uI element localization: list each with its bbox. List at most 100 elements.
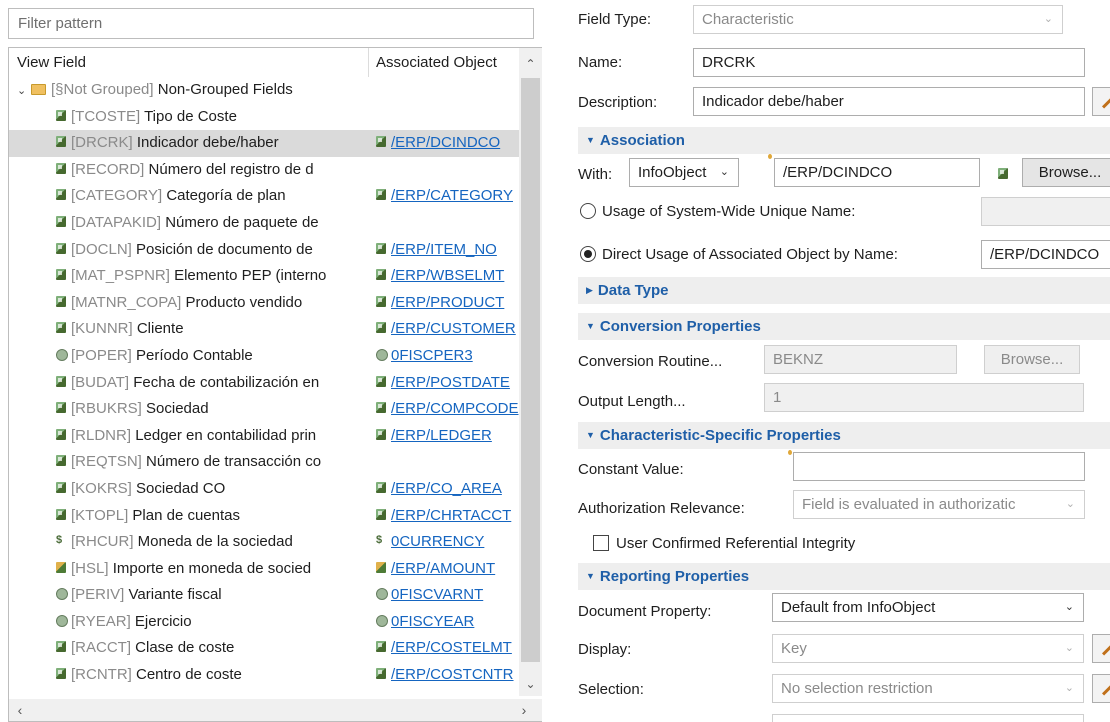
tree-row[interactable]: [RLDNR] Ledger en contabilidad prin/ERP/… — [9, 423, 520, 450]
associated-object-field[interactable]: /ERP/DCINDCO — [774, 158, 980, 187]
tree-row[interactable]: [MAT_PSPNR] Elemento PEP (interno/ERP/WB… — [9, 263, 520, 290]
scroll-left-icon[interactable]: ‹ — [9, 699, 31, 721]
chevron-down-icon: ⌄ — [719, 166, 729, 178]
tree-row[interactable]: [TCOSTE] Tipo de Coste — [9, 104, 520, 131]
associated-object-link[interactable]: /ERP/LEDGER — [391, 427, 492, 444]
selection-select[interactable]: No selection restriction ⌄ — [772, 674, 1084, 703]
tree-row[interactable]: [REQTSN] Número de transacción co — [9, 449, 520, 476]
referential-integrity-checkbox[interactable] — [593, 535, 609, 551]
view-field-cell: [KUNNR] Cliente — [9, 316, 369, 343]
selection-edit-pencil-icon[interactable] — [1092, 674, 1110, 703]
column-header-associated-object[interactable]: Associated Object — [369, 48, 537, 77]
tree-row[interactable]: [KUNNR] Cliente/ERP/CUSTOMER — [9, 316, 520, 343]
display-select[interactable]: Key ⌄ — [772, 634, 1084, 663]
group-node[interactable]: ⌄ [§Not Grouped] Non-Grouped Fields — [9, 77, 520, 104]
tree-row[interactable]: [RYEAR] Ejercicio 0FISCYEAR — [9, 609, 520, 636]
usage-unique-radio[interactable] — [580, 203, 596, 219]
vertical-scrollbar[interactable]: ⌃ ⌄ — [519, 48, 542, 696]
scroll-thumb[interactable] — [521, 78, 540, 662]
conversion-browse-button[interactable]: Browse... — [984, 345, 1080, 374]
scroll-down-icon[interactable]: ⌄ — [519, 672, 542, 696]
tree-row[interactable]: [RCNTR] Centro de coste/ERP/COSTCNTR — [9, 662, 520, 689]
chevron-down-icon[interactable]: ⌄ — [17, 78, 31, 105]
time-characteristic-icon — [375, 614, 388, 627]
authorization-relevance-select[interactable]: Field is evaluated in authorizatic ⌄ — [793, 490, 1085, 519]
tree-row[interactable]: [MATNR_COPA] Producto vendido/ERP/PRODUC… — [9, 290, 520, 317]
associated-object-link[interactable]: /ERP/CHRTACCT — [391, 507, 511, 524]
associated-object-link[interactable]: /ERP/DCINDCO — [391, 134, 500, 151]
associated-object-link[interactable]: /ERP/POSTDATE — [391, 374, 510, 391]
edit-pencil-icon[interactable] — [1092, 87, 1110, 116]
view-field-cell: [HSL] Importe en moneda de socied — [9, 556, 369, 583]
section-characteristic-specific[interactable]: ▼ Characteristic-Specific Properties — [578, 422, 1110, 449]
scroll-up-icon[interactable]: ⌃ — [519, 52, 542, 76]
tree-row[interactable]: [PERIV] Variante fiscal 0FISCVARNT — [9, 582, 520, 609]
tree-row[interactable]: [RBUKRS] Sociedad/ERP/COMPCODE — [9, 396, 520, 423]
associated-object-link[interactable]: /ERP/COSTELMT — [391, 639, 512, 656]
field-technical-name: [REQTSN] — [71, 453, 142, 471]
field-type-select[interactable]: Characteristic ⌄ — [693, 5, 1063, 34]
section-association[interactable]: ▼ Association — [578, 127, 1110, 154]
tree-row[interactable]: [DOCLN] Posición de documento de/ERP/ITE… — [9, 237, 520, 264]
authorization-relevance-label: Authorization Relevance: — [578, 500, 745, 517]
view-field-cell: [RACCT] Clase de coste — [9, 635, 369, 662]
tree-row[interactable]: [DRCRK] Indicador debe/haber/ERP/DCINDCO — [9, 130, 520, 157]
associated-object-link[interactable]: 0FISCYEAR — [391, 613, 474, 630]
display-edit-pencil-icon[interactable] — [1092, 634, 1110, 663]
section-conversion[interactable]: ▼ Conversion Properties — [578, 313, 1110, 340]
associated-object-link[interactable]: 0FISCPER3 — [391, 347, 473, 364]
horizontal-scrollbar[interactable]: ‹ › — [9, 699, 542, 721]
tree-row[interactable]: [DATAPAKID] Número de paquete de — [9, 210, 520, 237]
tree-row[interactable]: [CATEGORY] Categoría de plan/ERP/CATEGOR… — [9, 183, 520, 210]
usage-direct-radio[interactable] — [580, 246, 596, 262]
associated-object-link[interactable]: 0CURRENCY — [391, 533, 484, 550]
tree-header: View Field Associated Object — [9, 48, 537, 77]
view-field-cell: [RLDNR] Ledger en contabilidad prin — [9, 423, 369, 450]
browse-button[interactable]: Browse... — [1022, 158, 1110, 187]
output-length-field[interactable]: 1 — [764, 383, 1084, 412]
associated-object-link[interactable]: /ERP/CO_AREA — [391, 480, 502, 497]
associated-object-link[interactable]: /ERP/CATEGORY — [391, 187, 513, 204]
document-property-label: Document Property: — [578, 603, 712, 620]
scroll-right-icon[interactable]: › — [513, 699, 535, 721]
column-header-view-field[interactable]: View Field — [9, 48, 369, 77]
tree-row[interactable]: [KTOPL] Plan de cuentas/ERP/CHRTACCT — [9, 503, 520, 530]
associated-object-link[interactable]: /ERP/COMPCODE — [391, 400, 519, 417]
associated-object-link[interactable]: 0FISCVARNT — [391, 586, 483, 603]
unique-name-field[interactable] — [981, 197, 1110, 226]
associated-object-link[interactable]: /ERP/ITEM_NO — [391, 241, 497, 258]
characteristic-icon — [375, 428, 387, 441]
tree-row[interactable]: [POPER] Período Contable 0FISCPER3 — [9, 343, 520, 370]
filter-box[interactable] — [8, 8, 534, 39]
field-technical-name: [RCNTR] — [71, 666, 132, 684]
direct-name-field[interactable]: /ERP/DCINDCO — [981, 240, 1110, 269]
constant-value-field[interactable] — [793, 452, 1085, 481]
cut-off-select[interactable] — [772, 714, 1084, 722]
section-reporting[interactable]: ▼ Reporting Properties — [578, 563, 1110, 590]
section-data-type[interactable]: ▶ Data Type — [578, 277, 1110, 304]
associated-object-link[interactable]: /ERP/COSTCNTR — [391, 666, 514, 683]
folder-icon — [31, 84, 46, 95]
associated-object-link[interactable]: /ERP/WBSELMT — [391, 267, 504, 284]
view-field-cell: [DATAPAKID] Número de paquete de — [9, 210, 369, 237]
name-field[interactable]: DRCRK — [693, 48, 1085, 77]
tree-row[interactable]: [BUDAT] Fecha de contabilización en/ERP/… — [9, 370, 520, 397]
filter-input[interactable] — [9, 9, 533, 38]
associated-object-link[interactable]: /ERP/AMOUNT — [391, 560, 495, 577]
description-field[interactable]: Indicador debe/haber — [693, 87, 1085, 116]
tree-row[interactable]: [KOKRS] Sociedad CO/ERP/CO_AREA — [9, 476, 520, 503]
tree-row[interactable]: [HSL] Importe en moneda de socied/ERP/AM… — [9, 556, 520, 583]
associated-object-link[interactable]: /ERP/PRODUCT — [391, 294, 504, 311]
tree-row[interactable]: [RHCUR] Moneda de la sociedad 0CURRENCY — [9, 529, 520, 556]
tree-row[interactable]: [RECORD] Número del registro de d — [9, 157, 520, 184]
tree-row[interactable]: [RACCT] Clase de coste/ERP/COSTELMT — [9, 635, 520, 662]
field-technical-name: [KTOPL] — [71, 506, 129, 524]
associated-object-link[interactable]: /ERP/CUSTOMER — [391, 320, 516, 337]
associated-object-cell: /ERP/POSTDATE — [369, 370, 529, 397]
association-type-select[interactable]: InfoObject ⌄ — [629, 158, 739, 187]
key-figure-icon — [55, 561, 67, 574]
conversion-routine-field[interactable]: BEKNZ — [764, 345, 957, 374]
selection-label: Selection: — [578, 681, 644, 698]
associated-object-cell: /ERP/CUSTOMER — [369, 316, 529, 343]
document-property-select[interactable]: Default from InfoObject ⌄ — [772, 593, 1084, 622]
